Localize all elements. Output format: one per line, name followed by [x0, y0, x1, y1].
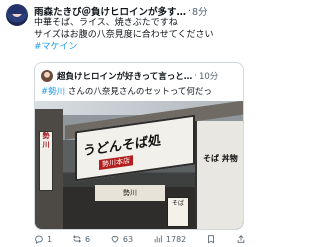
quote-body: さんの八奈見さんのセットって何だっ: [65, 87, 212, 97]
photo-noren: 勢川: [95, 185, 165, 201]
photo-right-panel: そば 丼物: [195, 121, 243, 229]
repost-button[interactable]: 6: [72, 234, 90, 244]
quote-author-name[interactable]: 超負けヒロインが好きって言っと…: [57, 70, 192, 82]
post-card[interactable]: 雨森たきび＠負けヒロインが多す… · 8分 中華そば、ライス、焼きぶたですね サ…: [0, 0, 250, 247]
post-header: 雨森たきび＠負けヒロインが多す… · 8分: [34, 4, 246, 19]
share-icon: [237, 235, 245, 243]
header-separator: ·: [188, 5, 192, 17]
view-count: 1782: [165, 234, 187, 244]
quote-avatar[interactable]: [41, 69, 53, 82]
post-line-1: 中華そば、ライス、焼きぶたですね: [34, 18, 178, 28]
quote-hashtag[interactable]: #勢川: [41, 87, 65, 97]
post-hashtag[interactable]: #マケイン: [34, 41, 246, 53]
quote-time[interactable]: 10分: [199, 70, 218, 82]
repost-icon: [73, 235, 81, 243]
reply-icon: [35, 235, 43, 244]
views-button[interactable]: 1782: [153, 234, 186, 244]
quote-header: 超負けヒロインが好きって言っと… · 10分: [41, 69, 239, 82]
bookmark-icon: [208, 235, 215, 244]
quoted-post[interactable]: 超負けヒロインが好きって言っと… · 10分 #勢川 さんの八奈見さんのセットっ…: [34, 62, 244, 230]
reply-button[interactable]: 1: [34, 234, 52, 244]
share-button[interactable]: [236, 234, 246, 244]
repost-count: 6: [84, 234, 91, 244]
post-body: 中華そば、ライス、焼きぶたですね サイズはお腹の八奈見度に合わせてください #マ…: [34, 17, 246, 53]
post-line-2: サイズはお腹の八奈見度に合わせてください: [34, 30, 214, 40]
heart-icon: [111, 236, 119, 243]
views-icon: [154, 235, 162, 243]
photo-sign-sub: 勢川本店: [99, 155, 133, 171]
bookmark-button[interactable]: [206, 234, 216, 244]
photo-stand-sign: そば: [167, 197, 189, 227]
photo-vertical-sign: 勢川: [39, 131, 53, 191]
post-time[interactable]: 8分: [192, 4, 208, 18]
action-bar: 1 6 63 1782: [34, 233, 246, 245]
reply-count: 1: [47, 234, 53, 244]
photo-right-sign: そば 丼物: [203, 154, 238, 163]
author-name[interactable]: 雨森たきび＠負けヒロインが多す…: [34, 4, 186, 18]
quote-photo[interactable]: 勢川 うどんそば処 勢川本店 そば 丼物 勢川 そば: [35, 101, 243, 229]
photo-sign-main: うどんそば処: [83, 133, 162, 160]
author-avatar[interactable]: [6, 4, 28, 26]
like-button[interactable]: 63: [110, 234, 133, 244]
quote-text: #勢川 さんの八奈見さんのセットって何だっ: [41, 85, 239, 97]
quote-separator: ·: [194, 70, 197, 81]
like-count: 63: [122, 234, 134, 244]
